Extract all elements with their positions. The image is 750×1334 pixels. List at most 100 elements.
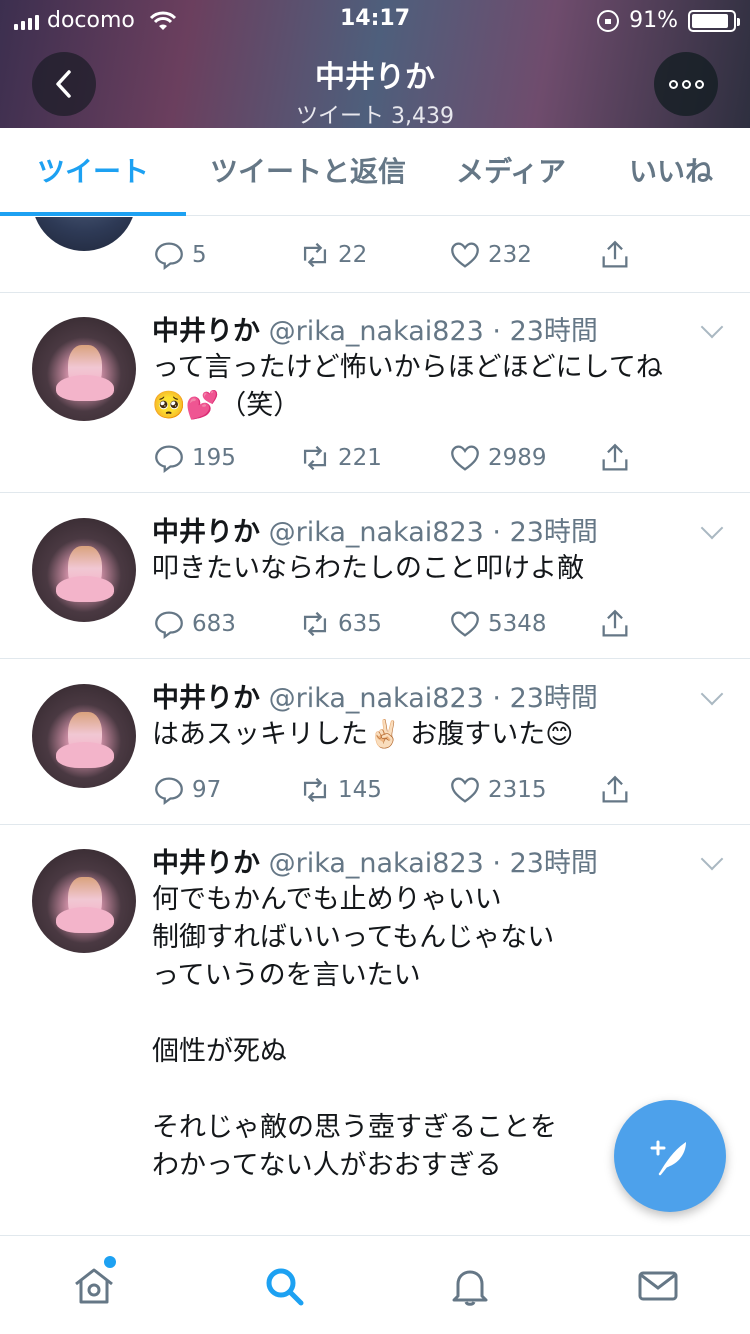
avatar[interactable] [32, 217, 136, 251]
tab-tweets-and-replies[interactable]: ツイートと返信 [196, 128, 420, 216]
tweet-time: · 23時間 [492, 848, 598, 879]
tweet-actions: 97 145 2315 [152, 770, 652, 810]
like-button[interactable]: 5348 [448, 604, 547, 644]
share-button[interactable] [598, 604, 632, 644]
retweet-count: 635 [338, 611, 382, 637]
share-icon [602, 240, 628, 268]
home-icon[interactable] [70, 1262, 118, 1310]
avatar[interactable] [32, 849, 136, 953]
reply-count: 195 [192, 445, 236, 471]
retweet-button[interactable]: 221 [298, 438, 382, 478]
tweet-author-handle[interactable]: @rika_nakai823 [269, 848, 484, 879]
tweet-author-handle[interactable]: @rika_nakai823 [269, 316, 484, 347]
status-right: 91% [597, 8, 740, 33]
reply-button[interactable]: 97 [152, 770, 221, 810]
tweet-count: ツイート 3,439 [296, 104, 454, 129]
tab-likes[interactable]: いいね [600, 128, 742, 216]
reply-count: 683 [192, 611, 236, 637]
heart-icon [451, 777, 479, 803]
retweet-button[interactable]: 22 [298, 235, 367, 275]
reply-button[interactable]: 683 [152, 604, 236, 644]
like-button[interactable]: 2315 [448, 770, 547, 810]
battery-icon [688, 9, 740, 32]
share-button[interactable] [598, 770, 632, 810]
share-button[interactable] [598, 438, 632, 478]
compose-tweet-button[interactable] [614, 1100, 726, 1212]
status-bar: docomo 14:17 91% [0, 0, 750, 40]
notification-dot [104, 1256, 116, 1268]
dot-icon [681, 79, 691, 89]
retweet-count: 22 [338, 242, 368, 268]
retweet-icon [303, 242, 327, 268]
tweet-header: 中井りか @rika_nakai823 · 23時間 [152, 676, 598, 715]
tweet-time: · 23時間 [492, 683, 598, 714]
chevron-down-icon[interactable] [700, 682, 724, 706]
reply-button[interactable]: 195 [152, 438, 236, 478]
tweet-item[interactable]: 5 22 232 [0, 217, 750, 293]
like-count: 5348 [488, 611, 547, 637]
chevron-down-icon[interactable] [700, 315, 724, 339]
active-tab-indicator [0, 212, 186, 216]
heart-icon [451, 242, 479, 268]
dot-icon [668, 79, 678, 89]
like-button[interactable]: 232 [448, 235, 532, 275]
retweet-icon [303, 777, 327, 803]
more-options-button[interactable] [654, 52, 718, 116]
tweet-author-name[interactable]: 中井りか [152, 683, 260, 714]
chevron-down-icon[interactable] [700, 847, 724, 871]
tweet-text: 叩きたいならわたしのこと叩けよ敵 [152, 553, 584, 584]
tweet-author-name[interactable]: 中井りか [152, 517, 260, 548]
reply-icon [155, 242, 183, 271]
tweet-author-handle[interactable]: @rika_nakai823 [269, 517, 484, 548]
retweet-button[interactable]: 145 [298, 770, 382, 810]
tweet-time: · 23時間 [492, 517, 598, 548]
rotation-lock-icon [597, 9, 620, 32]
bottom-navigation [0, 1235, 750, 1334]
tab-tweets[interactable]: ツイート [0, 128, 186, 216]
retweet-icon [303, 445, 327, 471]
tweet-actions: 683 635 5348 [152, 604, 652, 644]
share-icon [602, 443, 628, 471]
avatar[interactable] [32, 317, 136, 421]
retweet-button[interactable]: 635 [298, 604, 382, 644]
retweet-count: 145 [338, 777, 382, 803]
avatar[interactable] [32, 518, 136, 622]
notifications-icon[interactable] [446, 1262, 494, 1310]
retweet-count: 221 [338, 445, 382, 471]
compose-feather-icon [650, 1140, 686, 1176]
tweet-time: · 23時間 [492, 316, 598, 347]
tweet-text: って言ったけど怖いからほどほどにしてね 🥺💕（笑） [152, 352, 663, 421]
heart-icon [451, 611, 479, 637]
retweet-icon [303, 611, 327, 637]
tweet-actions: 5 22 232 [152, 235, 652, 275]
search-icon[interactable] [260, 1262, 308, 1310]
tweet-item[interactable]: 中井りか @rika_nakai823 · 23時間 叩きたいならわたしのこと叩… [0, 494, 750, 659]
tweet-author-handle[interactable]: @rika_nakai823 [269, 683, 484, 714]
tab-media[interactable]: メディア [440, 128, 582, 216]
reply-icon [155, 611, 183, 640]
reply-icon [155, 445, 183, 474]
avatar[interactable] [32, 684, 136, 788]
tweet-author-name[interactable]: 中井りか [152, 316, 260, 347]
battery-percent: 91% [629, 8, 678, 33]
reply-count: 5 [192, 242, 207, 268]
heart-icon [451, 445, 479, 471]
messages-icon[interactable] [634, 1262, 682, 1310]
chevron-down-icon[interactable] [700, 516, 724, 540]
share-icon [602, 609, 628, 637]
like-count: 2989 [488, 445, 547, 471]
share-icon [602, 775, 628, 803]
tweet-feed[interactable]: 5 22 232 中井りか @rika_nakai823 · 23時間 って言っ… [0, 217, 750, 1235]
profile-header: docomo 14:17 91% 中井りか ツイート 3,439 [0, 0, 750, 129]
tweet-item[interactable]: 中井りか @rika_nakai823 · 23時間 はあスッキリした✌🏻 お腹… [0, 660, 750, 825]
like-count: 232 [488, 242, 532, 268]
like-button[interactable]: 2989 [448, 438, 547, 478]
tweet-author-name[interactable]: 中井りか [152, 848, 260, 879]
reply-button[interactable]: 5 [152, 235, 207, 275]
share-button[interactable] [598, 235, 632, 275]
tweet-header: 中井りか @rika_nakai823 · 23時間 [152, 510, 598, 549]
reply-count: 97 [192, 777, 222, 803]
tweet-item[interactable]: 中井りか @rika_nakai823 · 23時間 って言ったけど怖いからほど… [0, 293, 750, 493]
like-count: 2315 [488, 777, 547, 803]
tweet-text: はあスッキリした✌🏻 お腹すいた😊 [152, 719, 574, 750]
